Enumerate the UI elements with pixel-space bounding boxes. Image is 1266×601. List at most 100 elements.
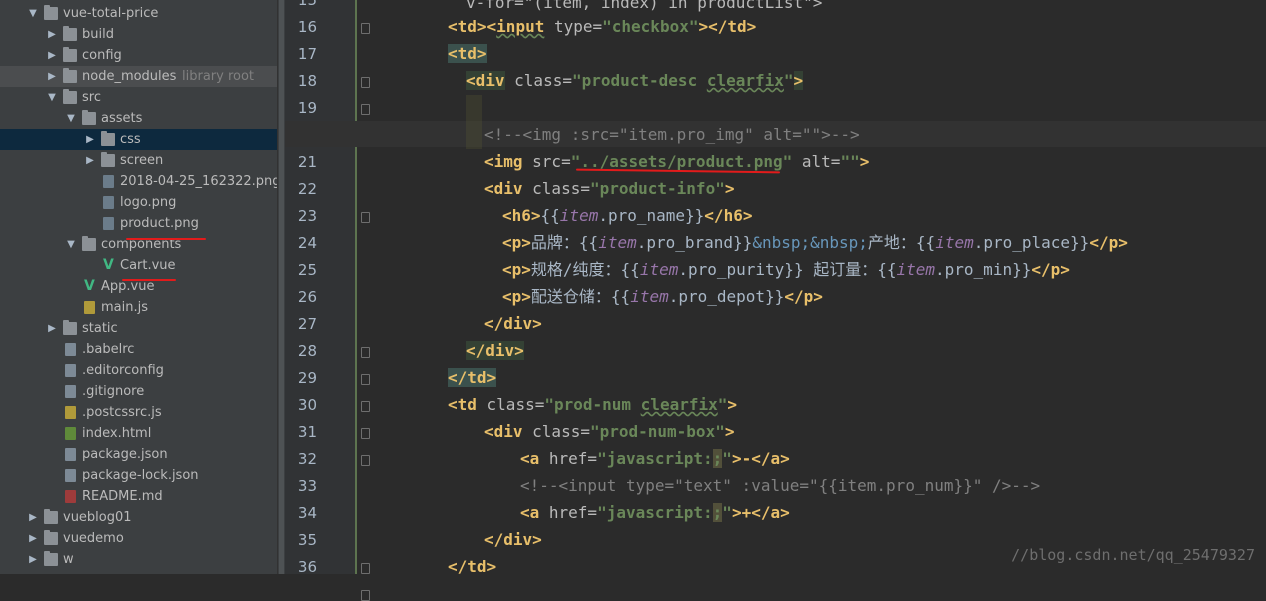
line-number: 17 <box>297 45 317 63</box>
tree-item-label: README.md <box>82 489 163 504</box>
fold-marker-icon[interactable] <box>361 104 370 115</box>
tree-item[interactable]: ▶ config <box>0 45 277 66</box>
code-text: 配送仓储：{{ <box>530 287 631 306</box>
tree-item-label: src <box>82 90 101 105</box>
code-line-29: </td> <box>448 364 497 391</box>
tree-item[interactable]: ▼ src <box>0 87 277 108</box>
fold-marker-icon[interactable] <box>361 428 370 439</box>
chevron-right-icon[interactable]: ▶ <box>27 507 39 528</box>
tree-item[interactable]: package.json <box>0 444 277 465</box>
file-icon <box>65 448 76 461</box>
code-text: <div <box>466 71 505 90</box>
code-text: &nbsp;&nbsp; <box>752 233 868 252</box>
file-icon <box>65 469 76 482</box>
project-tree: ▼ vue-total-price ▶ build ▶ config ▶ node_modul… <box>0 0 277 574</box>
tree-item[interactable]: ▶ static <box>0 318 277 339</box>
chevron-down-icon[interactable]: ▼ <box>46 87 58 108</box>
line-number: 19 <box>297 99 317 117</box>
annotation-underline <box>126 238 206 240</box>
code-text: " <box>722 449 732 468</box>
code-editor[interactable]: v-for="(item, index) in productList"> <t… <box>372 0 1266 576</box>
code-text: .pro_purity}} 起订量：{{ <box>678 260 897 279</box>
tree-item[interactable]: README.md <box>0 486 277 507</box>
tree-item[interactable]: .editorconfig <box>0 360 277 381</box>
tree-item[interactable]: ▶ css <box>0 129 277 150</box>
annotation-underline <box>122 279 176 281</box>
fold-marker-icon[interactable] <box>361 23 370 34</box>
chevron-right-icon[interactable]: ▶ <box>46 45 58 66</box>
chevron-right-icon[interactable]: ▶ <box>46 24 58 45</box>
folder-icon <box>63 26 77 41</box>
tree-item[interactable]: .postcssrc.js <box>0 402 277 423</box>
tree-item-label: static <box>82 321 118 336</box>
tree-item[interactable]: .babelrc <box>0 339 277 360</box>
fold-marker-icon[interactable] <box>361 212 370 223</box>
tree-item[interactable]: ▶ build <box>0 24 277 45</box>
tree-item[interactable]: 2018-04-25_162322.png <box>0 171 277 192</box>
fold-marker-icon[interactable] <box>361 374 370 385</box>
chevron-right-icon[interactable]: ▶ <box>84 150 96 171</box>
fold-marker-icon[interactable] <box>361 590 370 601</box>
tree-item-label: build <box>82 27 114 42</box>
line-number: 33 <box>297 477 317 495</box>
tree-item[interactable]: .gitignore <box>0 381 277 402</box>
tree-item[interactable]: ▼ vue-total-price <box>0 3 277 24</box>
file-icon <box>65 364 76 377</box>
fold-marker-icon[interactable] <box>361 401 370 412</box>
code-text: item <box>559 206 599 225</box>
tree-item[interactable]: ▶ vuedemo <box>0 528 277 549</box>
chevron-right-icon[interactable]: ▶ <box>27 528 39 549</box>
code-line-26: <p>配送仓储：{{item.pro_depot}}</p> <box>502 283 823 310</box>
tree-item[interactable]: V Cart.vue <box>0 255 277 276</box>
tree-item[interactable]: product.png <box>0 213 277 234</box>
tree-item[interactable]: package-lock.json <box>0 465 277 486</box>
chevron-down-icon[interactable]: ▼ <box>27 3 39 24</box>
chevron-down-icon[interactable]: ▼ <box>65 234 77 255</box>
tree-item[interactable]: ▼ assets <box>0 108 277 129</box>
fold-marker-icon[interactable] <box>361 77 370 88</box>
chevron-down-icon[interactable]: ▼ <box>65 108 77 129</box>
code-text: {{ <box>540 206 560 225</box>
code-text: >-</a> <box>731 449 790 468</box>
tree-item-label: vue-total-price <box>63 6 159 21</box>
code-text: > <box>724 179 735 198</box>
code-text: "product-desc <box>571 71 707 90</box>
tree-item-label: package.json <box>82 447 168 462</box>
tree-item[interactable]: ▶ vueblog01 <box>0 507 277 528</box>
code-line-23: <h6>{{item.pro_name}}</h6> <box>502 202 752 229</box>
vue-file-icon: V <box>84 278 95 294</box>
code-text: href= <box>539 503 598 522</box>
code-line-35: </div> <box>484 526 542 553</box>
code-line-20: <!--<img :src="item.pro_img" alt="">--> <box>484 121 860 148</box>
fold-marker-icon[interactable] <box>361 347 370 358</box>
line-number: 16 <box>297 18 317 36</box>
code-text: > <box>859 152 870 171</box>
line-number: 25 <box>297 261 317 279</box>
chevron-right-icon[interactable]: ▶ <box>46 66 58 87</box>
chevron-right-icon[interactable]: ▶ <box>46 318 58 339</box>
tree-item-label: screen <box>120 153 164 168</box>
code-text: src= <box>522 152 571 171</box>
tree-item[interactable]: logo.png <box>0 192 277 213</box>
chevron-right-icon[interactable]: ▶ <box>84 129 96 150</box>
fold-marker-icon[interactable] <box>361 455 370 466</box>
fold-marker-icon[interactable] <box>361 563 370 574</box>
tree-item[interactable]: ▶ node_modules library root <box>0 66 277 87</box>
tree-item[interactable]: main.js <box>0 297 277 318</box>
code-text: </td> <box>448 557 497 576</box>
tree-item[interactable]: ▶ w <box>0 549 277 570</box>
code-text: <div <box>484 179 523 198</box>
code-text: <!--<img :src="item.pro_img" alt="">--> <box>484 125 860 144</box>
code-text: <td <box>448 395 477 414</box>
folder-icon <box>63 320 77 335</box>
file-icon <box>65 406 76 419</box>
folder-icon <box>44 530 58 545</box>
indent-guide <box>466 95 482 149</box>
tree-item[interactable]: ▶ screen <box>0 150 277 171</box>
chevron-right-icon[interactable]: ▶ <box>27 549 39 570</box>
project-tree-scrollbar[interactable] <box>277 0 285 574</box>
code-text: > <box>793 71 804 90</box>
tree-item[interactable]: index.html <box>0 423 277 444</box>
line-number: 24 <box>297 234 317 252</box>
scrollbar-thumb[interactable] <box>279 0 284 574</box>
